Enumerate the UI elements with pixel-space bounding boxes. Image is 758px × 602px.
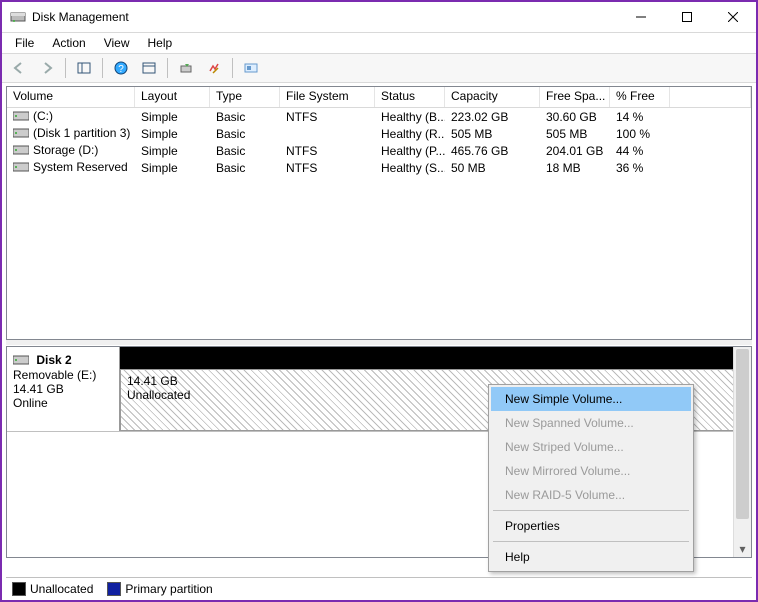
legend: Unallocated Primary partition bbox=[6, 577, 752, 600]
menu-bar: File Action View Help bbox=[2, 33, 756, 53]
ctx-new-striped-volume: New Striped Volume... bbox=[491, 435, 691, 459]
legend-unallocated-swatch bbox=[12, 582, 26, 596]
minimize-button[interactable] bbox=[618, 2, 664, 32]
scroll-down-icon[interactable]: ▾ bbox=[734, 540, 751, 557]
title-bar: Disk Management bbox=[2, 2, 756, 33]
partition-header-bar bbox=[120, 347, 734, 369]
legend-primary-label: Primary partition bbox=[125, 582, 212, 596]
disk-info[interactable]: Disk 2 Removable (E:) 14.41 GB Online bbox=[7, 347, 120, 431]
col-capacity[interactable]: Capacity bbox=[445, 87, 540, 107]
col-filesystem[interactable]: File System bbox=[280, 87, 375, 107]
legend-primary-swatch bbox=[107, 582, 121, 596]
settings-button[interactable] bbox=[201, 56, 227, 80]
col-volume[interactable]: Volume bbox=[7, 87, 135, 107]
col-type[interactable]: Type bbox=[210, 87, 280, 107]
volume-list[interactable]: Volume Layout Type File System Status Ca… bbox=[6, 86, 752, 340]
toolbar-separator bbox=[167, 58, 168, 78]
ctx-new-raid5-volume: New RAID-5 Volume... bbox=[491, 483, 691, 507]
context-menu: New Simple Volume... New Spanned Volume.… bbox=[488, 384, 694, 572]
volume-icon bbox=[13, 161, 29, 175]
disk-size: 14.41 GB bbox=[13, 382, 64, 396]
toolbar-separator bbox=[65, 58, 66, 78]
show-hide-console-tree-button[interactable] bbox=[71, 56, 97, 80]
ctx-separator bbox=[493, 541, 689, 542]
col-freespace[interactable]: Free Spa... bbox=[540, 87, 610, 107]
toolbar-separator bbox=[102, 58, 103, 78]
disk-icon bbox=[13, 354, 29, 368]
ctx-new-spanned-volume: New Spanned Volume... bbox=[491, 411, 691, 435]
volume-list-body: (C:)SimpleBasicNTFSHealthy (B...223.02 G… bbox=[7, 108, 751, 176]
action-list-button[interactable] bbox=[136, 56, 162, 80]
table-row[interactable]: System ReservedSimpleBasicNTFSHealthy (S… bbox=[7, 159, 751, 176]
col-spacer bbox=[670, 87, 751, 107]
ctx-properties[interactable]: Properties bbox=[491, 514, 691, 538]
legend-unallocated: Unallocated bbox=[12, 582, 93, 596]
volume-icon bbox=[13, 110, 29, 124]
svg-text:?: ? bbox=[118, 64, 124, 75]
refresh-button[interactable] bbox=[173, 56, 199, 80]
toolbar-separator bbox=[232, 58, 233, 78]
col-layout[interactable]: Layout bbox=[135, 87, 210, 107]
toolbar: ? bbox=[2, 53, 756, 83]
menu-view[interactable]: View bbox=[95, 34, 139, 52]
window-frame: Disk Management File Action View Help ? … bbox=[0, 0, 758, 602]
help-button[interactable]: ? bbox=[108, 56, 134, 80]
legend-primary: Primary partition bbox=[107, 582, 212, 596]
volume-list-header: Volume Layout Type File System Status Ca… bbox=[7, 87, 751, 108]
vertical-scrollbar[interactable]: ▴ ▾ bbox=[733, 347, 751, 557]
disk-desc: Removable (E:) bbox=[13, 368, 96, 382]
menu-file[interactable]: File bbox=[6, 34, 43, 52]
window-title: Disk Management bbox=[32, 10, 129, 24]
more-actions-button[interactable] bbox=[238, 56, 264, 80]
ctx-separator bbox=[493, 510, 689, 511]
ctx-help[interactable]: Help bbox=[491, 545, 691, 569]
volume-icon bbox=[13, 144, 29, 158]
table-row[interactable]: (Disk 1 partition 3)SimpleBasicHealthy (… bbox=[7, 125, 751, 142]
app-icon bbox=[10, 9, 26, 25]
menu-action[interactable]: Action bbox=[43, 34, 94, 52]
back-button[interactable] bbox=[6, 56, 32, 80]
table-row[interactable]: Storage (D:)SimpleBasicNTFSHealthy (P...… bbox=[7, 142, 751, 159]
scrollbar-thumb[interactable] bbox=[736, 349, 749, 519]
legend-unallocated-label: Unallocated bbox=[30, 582, 93, 596]
volume-icon bbox=[13, 127, 29, 141]
col-status[interactable]: Status bbox=[375, 87, 445, 107]
ctx-new-simple-volume[interactable]: New Simple Volume... bbox=[491, 387, 691, 411]
maximize-button[interactable] bbox=[664, 2, 710, 32]
splitter[interactable] bbox=[6, 340, 752, 345]
disk-state: Online bbox=[13, 396, 48, 410]
menu-help[interactable]: Help bbox=[139, 34, 182, 52]
ctx-new-mirrored-volume: New Mirrored Volume... bbox=[491, 459, 691, 483]
table-row[interactable]: (C:)SimpleBasicNTFSHealthy (B...223.02 G… bbox=[7, 108, 751, 125]
disk-title: Disk 2 bbox=[36, 353, 71, 367]
close-button[interactable] bbox=[710, 2, 756, 32]
forward-button[interactable] bbox=[34, 56, 60, 80]
col-pctfree[interactable]: % Free bbox=[610, 87, 670, 107]
